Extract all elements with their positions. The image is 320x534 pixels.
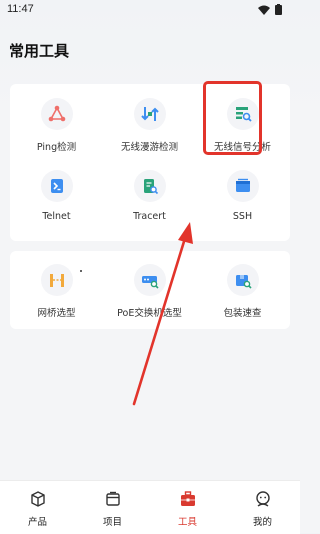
nav-item-products[interactable]: 产品 bbox=[0, 490, 75, 528]
nav-label: 工具 bbox=[177, 517, 197, 528]
nav-label: 我的 bbox=[252, 517, 272, 528]
bottom-nav: 产品 项目 工具 我的 bbox=[0, 480, 300, 534]
profile-icon bbox=[255, 491, 270, 507]
folder-icon bbox=[105, 491, 120, 506]
nav-item-me[interactable]: 我的 bbox=[225, 490, 300, 528]
nav-label: 产品 bbox=[27, 517, 47, 528]
nav-label: 项目 bbox=[102, 517, 122, 528]
nav-item-tools[interactable]: 工具 bbox=[150, 490, 225, 528]
annotation-arrow-icon bbox=[132, 222, 193, 406]
cube-icon bbox=[30, 491, 45, 507]
nav-item-projects[interactable]: 项目 bbox=[75, 490, 150, 528]
toolbox-icon bbox=[180, 491, 195, 506]
